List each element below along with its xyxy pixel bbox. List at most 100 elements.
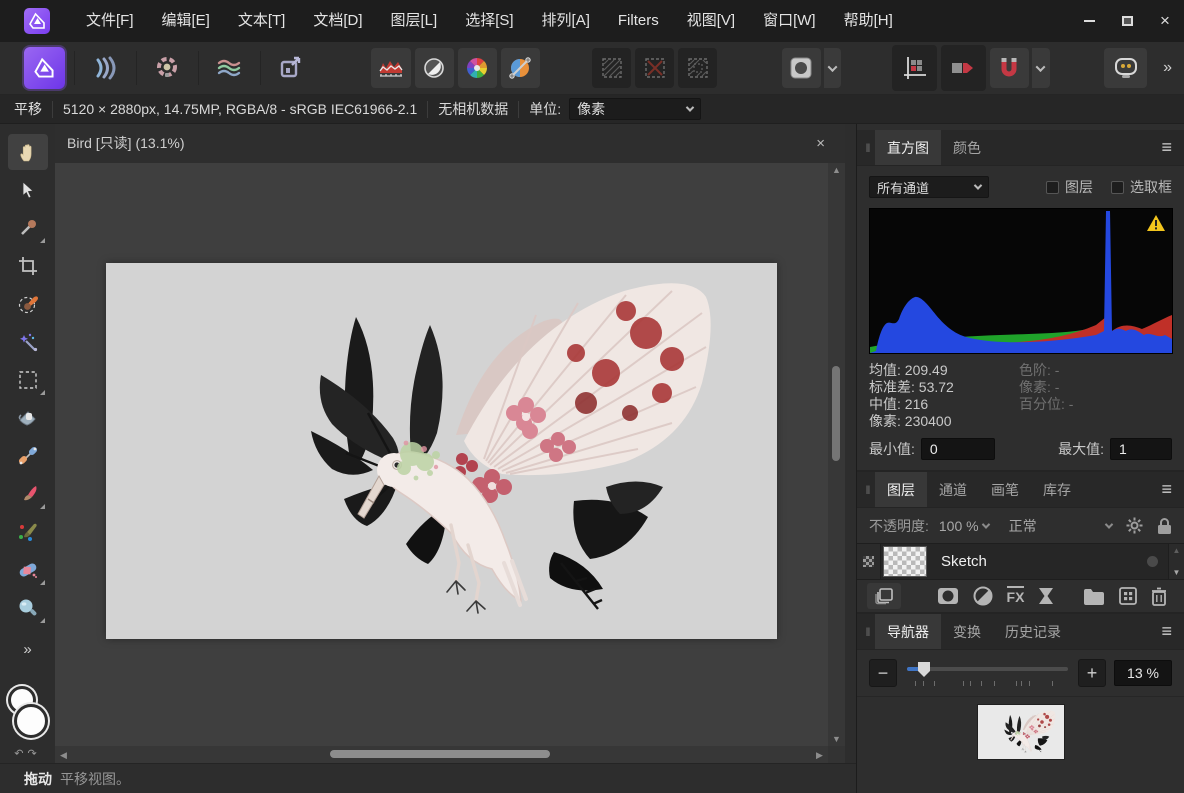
blur-tool[interactable] — [8, 590, 48, 626]
invert-selection-button[interactable] — [678, 48, 717, 88]
color-picker-tool[interactable] — [8, 210, 48, 246]
horizontal-scrollbar[interactable]: ◀ ▶ — [55, 746, 828, 763]
menu-select[interactable]: 选择[S] — [451, 0, 527, 42]
tab-brushes[interactable]: 画笔 — [979, 472, 1031, 507]
zoom-slider-thumb[interactable] — [918, 662, 930, 677]
tab-transform[interactable]: 变换 — [941, 614, 993, 649]
duplicate-layers-button[interactable] — [867, 583, 901, 609]
scroll-down-arrow[interactable]: ▼ — [828, 732, 845, 746]
assistant-button[interactable] — [1104, 48, 1147, 88]
selection-brush-tool[interactable] — [8, 286, 48, 322]
marquee-select-tool[interactable] — [8, 362, 48, 398]
layer-effects-button[interactable]: FX — [1007, 586, 1025, 606]
eraser-tool[interactable] — [8, 552, 48, 588]
panel-menu-icon[interactable]: ≡ — [1161, 621, 1172, 642]
unit-select[interactable]: 像素 — [569, 98, 701, 120]
adjustment-layer-button[interactable] — [973, 586, 993, 606]
scroll-left-arrow[interactable]: ◀ — [55, 748, 72, 762]
pixel-brush-tool[interactable] — [8, 514, 48, 550]
menu-document[interactable]: 文档[D] — [299, 0, 376, 42]
new-layer-button[interactable] — [1119, 587, 1137, 606]
channel-select[interactable]: 所有通道 — [869, 176, 989, 198]
auto-colors-button[interactable] — [458, 48, 497, 88]
canvas-viewport[interactable]: ▲ ▼ ◀ ▶ — [55, 163, 845, 763]
auto-levels-button[interactable] — [371, 48, 410, 88]
gradient-tool[interactable] — [8, 438, 48, 474]
panel-drag-handle[interactable]: ‖ — [861, 472, 875, 507]
navigator-thumbnail[interactable] — [978, 705, 1064, 759]
quick-mask-dropdown[interactable] — [824, 48, 842, 88]
mask-layer-button[interactable] — [937, 586, 959, 606]
layer-thumbnail[interactable] — [883, 546, 927, 577]
auto-contrast-button[interactable] — [415, 48, 454, 88]
flood-fill-tool[interactable] — [8, 400, 48, 436]
tab-close-button[interactable]: × — [808, 135, 833, 152]
gear-icon[interactable] — [1126, 517, 1143, 534]
develop-persona-button[interactable] — [86, 48, 125, 88]
layer-checkbox-group[interactable]: 图层 — [1046, 177, 1093, 197]
zoom-out-button[interactable]: − — [869, 659, 897, 687]
snapping-dropdown[interactable] — [1032, 48, 1050, 88]
layer-name[interactable]: Sketch — [941, 553, 987, 570]
auto-white-balance-button[interactable] — [501, 48, 540, 88]
zoom-slider-track[interactable] — [907, 667, 1068, 671]
panel-menu-icon[interactable]: ≡ — [1161, 137, 1172, 158]
tab-channels[interactable]: 通道 — [927, 472, 979, 507]
document-tab[interactable]: Bird [只读] (13.1%) × — [55, 124, 845, 163]
max-input[interactable]: 1 — [1110, 438, 1172, 460]
panel-drag-handle[interactable]: ‖ — [861, 130, 875, 165]
photo-persona-button[interactable] — [24, 47, 65, 89]
marquee-checkbox-group[interactable]: 选取框 — [1111, 177, 1172, 197]
menu-arrange[interactable]: 排列[A] — [528, 0, 604, 42]
panel-drag-handle[interactable]: ‖ — [861, 614, 875, 649]
tab-history[interactable]: 历史记录 — [993, 614, 1073, 649]
scroll-right-arrow[interactable]: ▶ — [811, 748, 828, 762]
quick-mask-button[interactable] — [782, 48, 821, 88]
tonemap-persona-button[interactable] — [148, 48, 187, 88]
zoom-value-field[interactable]: 13 % — [1114, 660, 1172, 686]
paint-brush-tool[interactable] — [8, 476, 48, 512]
layer-list-scrollbar[interactable]: ▲ ▼ — [1168, 544, 1184, 579]
menu-filters[interactable]: Filters — [604, 0, 673, 42]
crop-tool[interactable] — [8, 248, 48, 284]
menu-window[interactable]: 窗口[W] — [749, 0, 830, 42]
vertical-scrollbar[interactable]: ▲ ▼ — [828, 163, 845, 746]
horizontal-scroll-thumb[interactable] — [330, 750, 550, 758]
min-input[interactable]: 0 — [921, 438, 995, 460]
select-all-button[interactable] — [592, 48, 631, 88]
tools-overflow-button[interactable]: » — [23, 641, 31, 658]
move-tool[interactable] — [8, 172, 48, 208]
close-button[interactable]: × — [1146, 0, 1184, 42]
scroll-up-arrow[interactable]: ▲ — [1173, 546, 1181, 555]
layer-checkbox[interactable] — [1046, 181, 1059, 194]
deselect-button[interactable] — [635, 48, 674, 88]
swap-colors-icon[interactable]: ↶↷ — [6, 747, 50, 760]
menu-edit[interactable]: 编辑[E] — [148, 0, 224, 42]
force-pixel-alignment-button[interactable] — [892, 45, 937, 91]
tab-color[interactable]: 颜色 — [941, 130, 993, 165]
scroll-up-arrow[interactable]: ▲ — [828, 163, 845, 177]
delete-layer-button[interactable] — [1151, 587, 1167, 606]
snapping-button[interactable] — [990, 48, 1029, 88]
tab-histogram[interactable]: 直方图 — [875, 130, 941, 165]
blend-mode-select[interactable]: 正常 — [1009, 516, 1037, 536]
marquee-checkbox[interactable] — [1111, 181, 1124, 194]
flood-select-tool[interactable] — [8, 324, 48, 360]
layer-row-sketch[interactable]: Sketch ▲ ▼ — [857, 543, 1184, 580]
menu-text[interactable]: 文本[T] — [224, 0, 300, 42]
vertical-scroll-thumb[interactable] — [832, 366, 840, 461]
toolbar-overflow-button[interactable]: » — [1163, 59, 1172, 77]
view-hand-tool[interactable] — [8, 134, 48, 170]
liquify-persona-button[interactable] — [210, 48, 249, 88]
color-swatch-widget[interactable]: ↶↷ — [6, 686, 50, 744]
fill-color-swatch[interactable] — [14, 704, 48, 738]
zoom-in-button[interactable]: + — [1078, 659, 1106, 687]
live-filter-button[interactable] — [1038, 586, 1054, 606]
opacity-value[interactable]: 100 % — [939, 518, 979, 534]
zoom-slider[interactable] — [907, 659, 1068, 687]
layer-visibility-toggle[interactable] — [1147, 556, 1158, 567]
maximize-button[interactable] — [1108, 0, 1146, 42]
lock-icon[interactable] — [1157, 517, 1172, 535]
export-persona-button[interactable] — [272, 48, 311, 88]
move-by-whole-pixels-button[interactable] — [941, 45, 986, 91]
